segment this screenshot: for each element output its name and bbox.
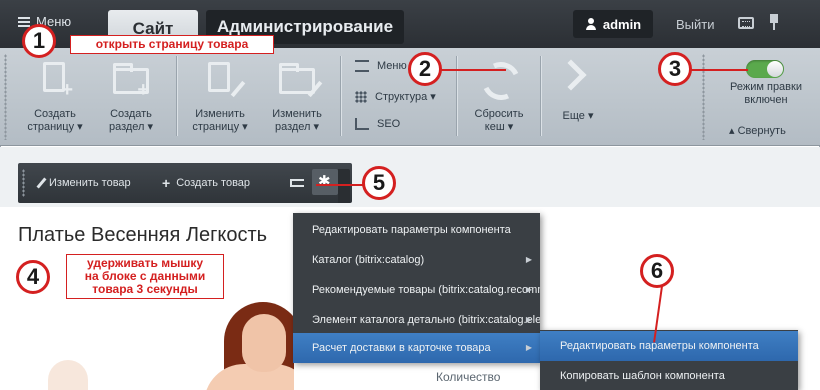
edit-mode-toggle[interactable] xyxy=(746,60,784,78)
edit-section-label-2: раздел ▾ xyxy=(274,121,320,133)
logout-link[interactable]: Выйти xyxy=(676,17,715,32)
reset-cache-label-2: кеш ▾ xyxy=(484,121,514,133)
menu-item-delivery-calc[interactable]: Расчет доставки в карточке товара ▶ xyxy=(293,333,540,363)
ribbon-divider xyxy=(456,56,457,136)
ribbon-drag-handle xyxy=(4,54,7,140)
structure-icon xyxy=(355,90,367,103)
reset-cache-button[interactable]: Сбросить кеш ▾ xyxy=(462,108,536,134)
submenu-item-edit-params[interactable]: Редактировать параметры компонента xyxy=(540,331,798,361)
menu-item-delivery-label: Расчет доставки в карточке товара xyxy=(312,342,491,354)
create-page-button[interactable]: + Создать страницу ▾ xyxy=(20,58,90,134)
list-icon xyxy=(355,60,369,72)
edit-mode-label: Режим правки включен xyxy=(720,81,812,107)
menu-item-catalog[interactable]: Каталог (bitrix:catalog) ▶ xyxy=(293,245,540,275)
ribbon-drag-handle xyxy=(702,54,705,140)
component-submenu: Редактировать параметры компонента Копир… xyxy=(540,330,798,390)
page-title: Платье Весенняя Легкость xyxy=(18,224,268,246)
seo-chart-icon xyxy=(355,118,369,130)
edit-section-button[interactable]: Изменить раздел ▾ xyxy=(262,58,332,134)
menu-item-edit-params[interactable]: Редактировать параметры компонента xyxy=(293,215,540,245)
submenu-item-copy-template[interactable]: Копировать шаблон компонента xyxy=(540,361,798,390)
step-badge-5: 5 xyxy=(362,166,396,200)
component-toolbar: Изменить товар + Создать товар xyxy=(18,163,352,203)
step-badge-6: 6 xyxy=(640,254,674,288)
plus-icon: + xyxy=(162,175,171,191)
step-pointer-2 xyxy=(432,69,506,71)
pin-icon[interactable] xyxy=(769,14,779,30)
chevron-right-icon: ▶ xyxy=(525,315,532,324)
pencil-icon xyxy=(36,177,47,189)
edit-page-icon xyxy=(200,58,246,102)
structure-button[interactable]: Структура ▾ xyxy=(355,90,436,103)
step-badge-1: 1 xyxy=(22,24,56,58)
pin-icon[interactable] xyxy=(290,179,304,187)
gear-icon[interactable] xyxy=(312,169,338,195)
edit-folder-icon xyxy=(277,58,323,102)
user-icon xyxy=(585,18,597,30)
quantity-label: Количество xyxy=(436,370,501,384)
user-name: admin xyxy=(602,16,642,32)
menu-small-button[interactable]: Меню xyxy=(355,60,407,72)
edit-page-label-1: Изменить xyxy=(195,108,245,120)
create-section-button[interactable]: + Создать раздел ▾ xyxy=(98,58,164,134)
gear-menu-tail xyxy=(338,169,350,203)
seo-label: SEO xyxy=(377,118,401,130)
ribbon-divider xyxy=(540,56,541,136)
more-label: Еще ▾ xyxy=(562,110,594,122)
menu-item-recommended[interactable]: Рекомендуемые товары (bitrix:catalog.rec… xyxy=(293,275,540,305)
refresh-icon[interactable] xyxy=(474,56,524,106)
ribbon-divider xyxy=(340,56,341,136)
step-note-1: открыть страницу товара xyxy=(70,35,274,54)
reset-cache-label-1: Сбросить xyxy=(474,108,524,120)
photo-sleeve xyxy=(48,360,88,390)
menu-item-element-label: Элемент каталога детально (bitrix:catalo… xyxy=(312,314,540,326)
step-pointer-5 xyxy=(316,184,366,186)
edit-mode-label-1: Режим правки xyxy=(730,81,802,93)
step-badge-4: 4 xyxy=(16,260,50,294)
chevron-right-icon: ▶ xyxy=(525,343,532,352)
menu-item-recommended-label: Рекомендуемые товары (bitrix:catalog.rec… xyxy=(312,284,540,296)
step-badge-3: 3 xyxy=(658,52,692,86)
edit-product-button[interactable]: Изменить товар xyxy=(36,177,131,189)
new-folder-icon: + xyxy=(111,58,151,102)
edit-mode-label-2: включен xyxy=(744,94,788,106)
structure-label: Структура ▾ xyxy=(375,91,436,103)
small-menu-label: Меню xyxy=(377,60,407,72)
photo-face xyxy=(242,314,286,372)
collapse-button[interactable]: ▴ Свернуть xyxy=(729,124,786,137)
menu-item-element-detail[interactable]: Элемент каталога детально (bitrix:catalo… xyxy=(293,305,540,335)
edit-section-label-1: Изменить xyxy=(272,108,322,120)
keyboard-icon[interactable] xyxy=(738,17,754,29)
step-badge-2: 2 xyxy=(408,52,442,86)
chevron-right-icon: ▶ xyxy=(525,255,532,264)
step-note-4-line-3: товара 3 секунды xyxy=(92,282,198,296)
new-page-icon: + xyxy=(35,58,75,102)
create-product-button[interactable]: + Создать товар xyxy=(162,175,251,191)
more-button[interactable]: Еще ▾ xyxy=(548,110,608,123)
create-page-label-2: страницу ▾ xyxy=(27,121,83,133)
edit-page-button[interactable]: Изменить страницу ▾ xyxy=(180,58,260,134)
product-photo[interactable] xyxy=(24,300,294,390)
edit-product-label: Изменить товар xyxy=(49,177,131,189)
menu-item-catalog-label: Каталог (bitrix:catalog) xyxy=(312,254,425,266)
user-button[interactable]: admin xyxy=(573,10,653,38)
chevron-right-icon: ▶ xyxy=(525,285,532,294)
hamburger-icon xyxy=(18,16,30,27)
create-product-label: Создать товар xyxy=(176,177,251,189)
seo-button[interactable]: SEO xyxy=(355,118,400,130)
chevron-right-icon[interactable] xyxy=(555,59,587,91)
component-context-menu: Редактировать параметры компонента Катал… xyxy=(293,213,540,363)
create-section-label-1: Создать xyxy=(110,108,152,120)
step-pointer-3 xyxy=(690,69,748,71)
ribbon-divider xyxy=(176,56,177,136)
step-note-4: удерживать мышку на блоке с данными това… xyxy=(66,254,224,299)
create-page-label-1: Создать xyxy=(34,108,76,120)
edit-page-label-2: страницу ▾ xyxy=(192,121,248,133)
component-drag-handle xyxy=(22,169,25,197)
create-section-label-2: раздел ▾ xyxy=(108,121,154,133)
